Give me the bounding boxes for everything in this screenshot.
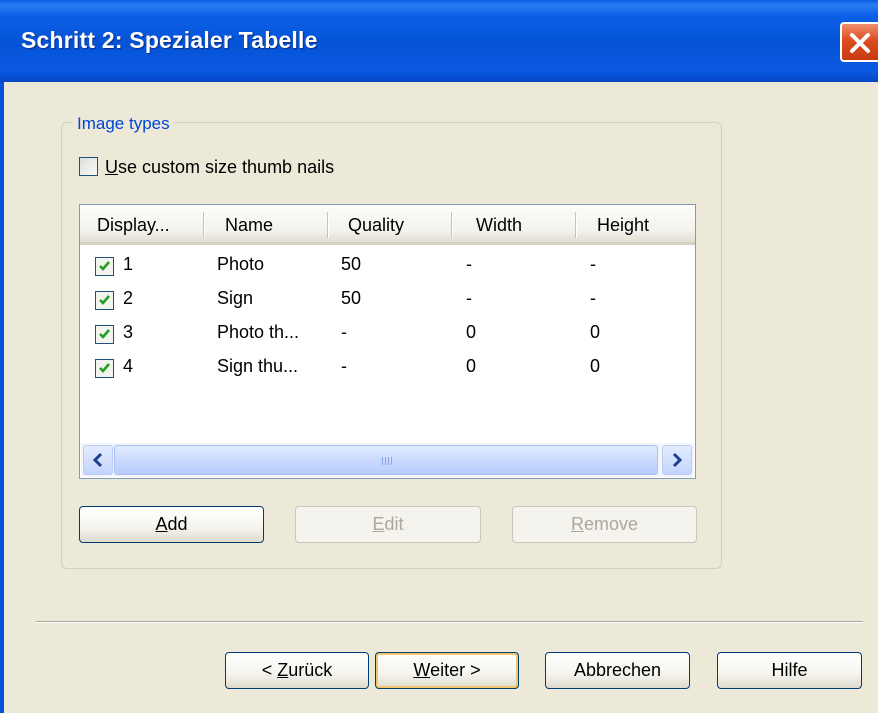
add-button[interactable]: Add — [79, 506, 264, 543]
custom-size-label[interactable]: Use custom size thumb nails — [105, 157, 334, 178]
cancel-button[interactable]: Abbrechen — [545, 652, 690, 689]
wizard-dialog: Schritt 2: Spezialer Tabelle Image types… — [0, 0, 878, 713]
cell-height: - — [590, 254, 596, 274]
cell-quality: - — [341, 356, 347, 376]
chevron-left-icon — [92, 452, 103, 468]
column-separator[interactable] — [327, 212, 329, 238]
cell-height: 0 — [590, 356, 601, 376]
window-left-border — [0, 82, 4, 713]
cell-name: Photo th... — [217, 322, 300, 342]
column-header-quality[interactable]: Quality — [348, 215, 404, 236]
cell-quality: - — [341, 322, 347, 342]
row-checkbox[interactable] — [95, 257, 114, 276]
column-separator[interactable] — [451, 212, 453, 238]
row-checkbox[interactable] — [95, 359, 114, 378]
image-types-list[interactable]: Display... Name Quality Width Height 1 P… — [79, 204, 696, 479]
chevron-right-icon — [672, 452, 683, 468]
table-row[interactable]: 4 Sign thu... - 0 0 — [80, 352, 695, 385]
next-button[interactable]: Weiter > — [375, 652, 519, 689]
group-label: Image types — [73, 114, 174, 134]
check-icon — [99, 295, 110, 305]
column-separator[interactable] — [203, 212, 205, 238]
remove-button[interactable]: Remove — [512, 506, 697, 543]
check-icon — [99, 329, 110, 339]
cell-display: 2 — [123, 288, 134, 308]
column-separator[interactable] — [575, 212, 577, 238]
cell-width: - — [466, 254, 472, 274]
footer-divider — [36, 621, 863, 623]
cell-width: - — [466, 288, 472, 308]
column-header-name[interactable]: Name — [225, 215, 273, 236]
list-header: Display... Name Quality Width Height — [80, 205, 695, 245]
cell-height: 0 — [590, 322, 601, 342]
window-title: Schritt 2: Spezialer Tabelle — [21, 27, 318, 53]
cell-width: 0 — [466, 356, 477, 376]
table-row[interactable]: 3 Photo th... - 0 0 — [80, 318, 695, 351]
back-button[interactable]: < Zurück — [225, 652, 369, 689]
cell-display: 4 — [123, 356, 134, 376]
cell-height: - — [590, 288, 596, 308]
edit-button[interactable]: Edit — [295, 506, 481, 543]
column-header-width[interactable]: Width — [476, 215, 522, 236]
help-button[interactable]: Hilfe — [717, 652, 862, 689]
scroll-right-button[interactable] — [662, 445, 692, 475]
cell-width: 0 — [466, 322, 477, 342]
column-header-height[interactable]: Height — [597, 215, 649, 236]
table-row[interactable]: 1 Photo 50 - - — [80, 250, 695, 283]
cell-display: 3 — [123, 322, 134, 342]
cell-name: Photo — [217, 254, 265, 274]
table-row[interactable]: 2 Sign 50 - - — [80, 284, 695, 317]
cell-display: 1 — [123, 254, 134, 274]
row-checkbox[interactable] — [95, 325, 114, 344]
check-icon — [99, 261, 110, 271]
row-checkbox[interactable] — [95, 291, 114, 310]
close-button[interactable] — [840, 22, 878, 62]
close-icon — [850, 33, 870, 53]
cell-name: Sign — [217, 288, 254, 308]
title-bar: Schritt 2: Spezialer Tabelle — [0, 0, 878, 82]
grip-icon — [382, 457, 394, 465]
cell-quality: 50 — [341, 288, 362, 308]
horizontal-scrollbar[interactable] — [81, 443, 694, 477]
cell-name: Sign thu... — [217, 356, 299, 376]
check-icon — [99, 363, 110, 373]
cell-quality: 50 — [341, 254, 362, 274]
custom-size-checkbox[interactable] — [79, 157, 98, 176]
scroll-thumb[interactable] — [114, 445, 658, 475]
column-header-display[interactable]: Display... — [97, 215, 170, 236]
scroll-left-button[interactable] — [83, 445, 113, 475]
